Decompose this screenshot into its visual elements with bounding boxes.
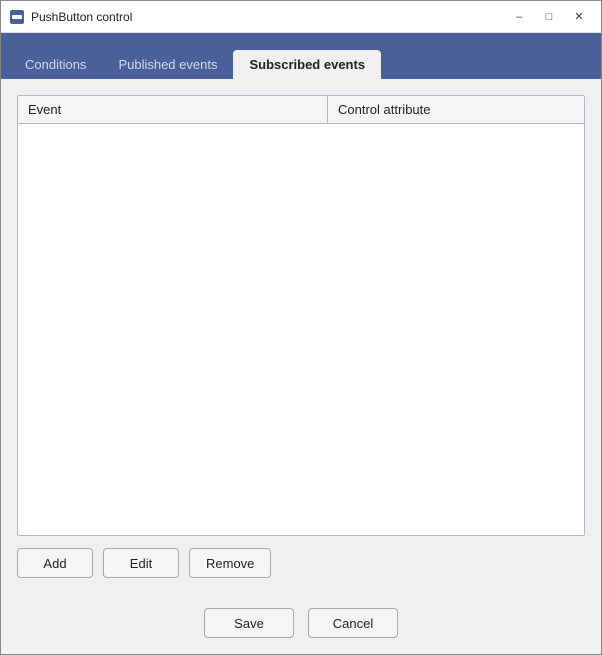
main-window: PushButton control – □ ✕ Conditions Publ… xyxy=(0,0,602,655)
tab-published-events[interactable]: Published events xyxy=(102,50,233,79)
tab-bar: Conditions Published events Subscribed e… xyxy=(1,33,601,79)
footer: Save Cancel xyxy=(1,598,601,654)
close-button[interactable]: ✕ xyxy=(565,7,593,27)
tab-conditions[interactable]: Conditions xyxy=(9,50,102,79)
minimize-button[interactable]: – xyxy=(505,7,533,27)
window-controls: – □ ✕ xyxy=(505,7,593,27)
save-button[interactable]: Save xyxy=(204,608,294,638)
events-table: Event Control attribute xyxy=(17,95,585,536)
main-content: Event Control attribute Add Edit Remove xyxy=(1,79,601,598)
action-buttons: Add Edit Remove xyxy=(17,548,585,582)
table-body xyxy=(18,124,584,535)
cancel-button[interactable]: Cancel xyxy=(308,608,398,638)
column-event: Event xyxy=(18,96,328,123)
tab-subscribed-events[interactable]: Subscribed events xyxy=(233,50,381,79)
edit-button[interactable]: Edit xyxy=(103,548,179,578)
maximize-button[interactable]: □ xyxy=(535,7,563,27)
title-bar: PushButton control – □ ✕ xyxy=(1,1,601,33)
column-control-attribute: Control attribute xyxy=(328,96,584,123)
remove-button[interactable]: Remove xyxy=(189,548,271,578)
app-icon xyxy=(9,9,25,25)
add-button[interactable]: Add xyxy=(17,548,93,578)
window-title: PushButton control xyxy=(31,10,505,24)
table-header: Event Control attribute xyxy=(18,96,584,124)
